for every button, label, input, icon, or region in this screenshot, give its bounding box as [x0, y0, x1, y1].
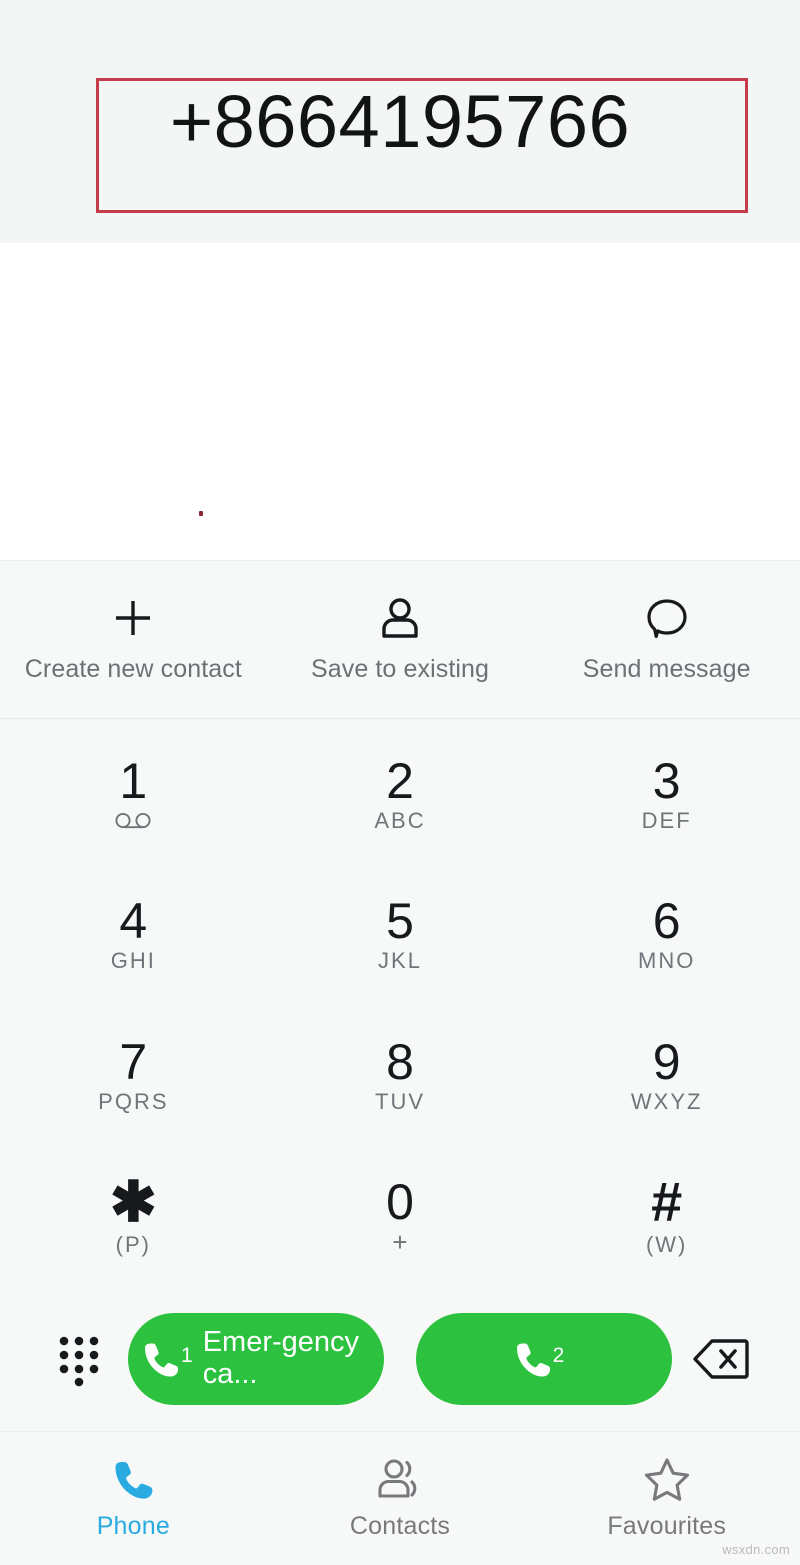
contact-suggestions-area	[0, 243, 800, 561]
voicemail-icon	[113, 808, 153, 834]
backspace-icon[interactable]	[688, 1336, 754, 1382]
dialpad-letters: MNO	[638, 948, 696, 974]
dialpad-digit: 0	[386, 1173, 414, 1230]
dialpad-key-9[interactable]: 9 WXYZ	[533, 1006, 800, 1146]
dialpad-dots-icon[interactable]	[46, 1331, 112, 1387]
dialpad-key-6[interactable]: 6 MNO	[533, 865, 800, 1005]
dialpad-key-0[interactable]: 0 +	[267, 1146, 534, 1286]
dialpad-digit: 5	[386, 893, 414, 950]
dialpad-digit: 8	[386, 1033, 414, 1090]
dialpad-letters: TUV	[375, 1088, 425, 1114]
nav-tab-label: Favourites	[607, 1512, 727, 1540]
quick-actions-bar: Create new contact Save to existing Send…	[0, 561, 800, 719]
dialpad-digit: 7	[119, 1033, 148, 1090]
dialed-number-text: +8664195766	[169, 79, 631, 163]
dialpad-digit: 2	[386, 753, 414, 810]
dialpad-letters: JKL	[378, 948, 422, 974]
dialpad-digit: 3	[652, 753, 681, 810]
dialpad-key-8[interactable]: 8 TUV	[267, 1006, 534, 1146]
call-action-bar: 1 Emer-gency ca... 2	[0, 1286, 800, 1431]
phone-handset-icon: 1	[142, 1339, 193, 1379]
save-to-existing-button[interactable]: Save to existing	[267, 595, 534, 684]
bottom-navigation-bar: Phone Contacts Favourites wsxdn.com	[0, 1431, 800, 1565]
dialpad-digit: 9	[652, 1033, 681, 1090]
dialpad-row: 4 GHI 5 JKL 6 MNO	[0, 865, 800, 1005]
dialpad-letters: ABC	[374, 808, 426, 834]
nav-tab-favourites[interactable]: Favourites	[533, 1456, 800, 1541]
contacts-people-icon	[374, 1456, 426, 1502]
call-button-sim2[interactable]: 2	[416, 1312, 672, 1405]
phone-handset-icon	[112, 1456, 154, 1502]
dialpad-digit: #	[651, 1169, 683, 1233]
dialpad-letters: GHI	[110, 948, 156, 974]
create-new-contact-button[interactable]: Create new contact	[0, 595, 267, 684]
dialpad-key-2[interactable]: 2 ABC	[267, 725, 534, 865]
save-to-existing-label: Save to existing	[310, 655, 490, 683]
dialpad-row: 7 PQRS 8 TUV 9 WXYZ	[0, 1006, 800, 1146]
nav-tab-label: Phone	[96, 1512, 170, 1540]
phone-dialer-screen: +8664195766 Create new contact Save to e…	[0, 0, 800, 1565]
person-icon	[377, 595, 423, 641]
sim-number-label: 2	[552, 1343, 565, 1367]
dialpad-digit: 4	[119, 893, 148, 950]
star-outline-icon	[643, 1456, 691, 1502]
create-new-contact-label: Create new contact	[24, 655, 242, 683]
plus-icon	[110, 595, 156, 641]
dialpad-row: ✱ (P) 0 + # (W)	[0, 1146, 800, 1286]
dialpad-digit: 6	[652, 893, 681, 950]
dialpad-digit: ✱	[109, 1169, 157, 1233]
dialpad-letters: (P)	[115, 1231, 151, 1257]
phone-handset-icon: 2	[514, 1339, 565, 1379]
nav-tab-phone[interactable]: Phone	[0, 1456, 267, 1541]
nav-tab-label: Contacts	[349, 1512, 451, 1540]
dialpad-key-3[interactable]: 3 DEF	[533, 725, 800, 865]
dialpad-digit: 1	[119, 753, 148, 810]
message-bubble-icon	[644, 595, 690, 641]
dialpad-key-5[interactable]: 5 JKL	[267, 865, 534, 1005]
call-button-label: Emer-gency ca...	[202, 1326, 360, 1390]
sim-number-label: 1	[181, 1343, 193, 1367]
dialpad-key-4[interactable]: 4 GHI	[0, 865, 267, 1005]
dialpad-letters: DEF	[641, 808, 692, 834]
dialpad-letters: +	[392, 1226, 408, 1257]
send-message-label: Send message	[582, 655, 751, 683]
site-watermark: wsxdn.com	[722, 1542, 790, 1557]
dialpad-grid: 1 2 ABC 3 DEF 4 GHI 5 JKL 6 MNO 7 PQRS 8…	[0, 719, 800, 1286]
dialpad-key-hash[interactable]: # (W)	[533, 1146, 800, 1286]
call-button-sim1[interactable]: 1 Emer-gency ca...	[128, 1312, 384, 1405]
send-message-button[interactable]: Send message	[533, 595, 800, 684]
dialpad-letters: (W)	[645, 1231, 688, 1257]
dialpad-key-star[interactable]: ✱ (P)	[0, 1146, 267, 1286]
dialpad-letters: WXYZ	[630, 1088, 703, 1114]
dialpad-key-7[interactable]: 7 PQRS	[0, 1006, 267, 1146]
stray-annotation-dot	[199, 511, 203, 516]
dialpad-row: 1 2 ABC 3 DEF	[0, 725, 800, 865]
dialed-number-display[interactable]: +8664195766	[0, 0, 800, 243]
nav-tab-contacts[interactable]: Contacts	[267, 1456, 534, 1541]
dialpad-key-1[interactable]: 1	[0, 725, 267, 865]
dialpad-letters: PQRS	[98, 1088, 169, 1114]
